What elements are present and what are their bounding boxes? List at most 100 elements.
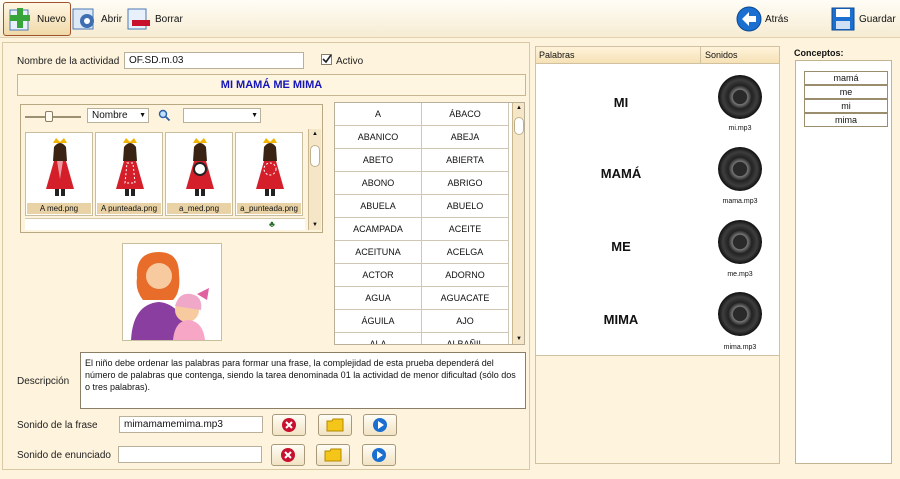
clear-frase-button[interactable] <box>272 414 306 436</box>
play-frase-button[interactable] <box>363 414 397 436</box>
scroll-up-icon: ▲ <box>312 131 318 137</box>
abrir-button[interactable]: Abrir <box>72 2 122 36</box>
word-cell[interactable]: ABANICO <box>335 126 422 149</box>
atras-label: Atrás <box>765 13 789 25</box>
activity-title: MI MAMÁ ME MIMA <box>17 74 526 96</box>
play-icon <box>373 418 387 432</box>
gear-icon <box>72 6 98 32</box>
palabra-word: ME <box>611 239 631 254</box>
thumb-caption: a_med.png <box>167 203 231 214</box>
word-cell[interactable]: ABRIGO <box>422 172 509 195</box>
word-grid-scrollbar[interactable]: ▲ ▼ <box>512 103 524 344</box>
word-grid: A ÁBACO ABANICO ABEJA ABETO ABIERTA ABONO ABRIG… <box>334 102 525 345</box>
image-thumb[interactable]: A punteada.png <box>95 132 163 216</box>
conceptos-list: mamá me mi mima <box>795 60 892 464</box>
word-cell[interactable]: AGUA <box>335 287 422 310</box>
borrar-button[interactable]: Borrar <box>126 2 183 36</box>
filter-select[interactable]: ▼ <box>183 108 261 123</box>
delete-icon <box>282 418 296 432</box>
activity-image <box>122 243 222 341</box>
sound-file-label: mi.mp3 <box>728 125 752 132</box>
word-cell[interactable]: ÁGUILA <box>335 310 422 333</box>
word-cell[interactable]: ABUELO <box>422 195 509 218</box>
princess-image <box>46 138 74 196</box>
concepto-item[interactable]: me <box>804 85 888 99</box>
word-cell[interactable]: A <box>335 103 422 126</box>
sort-select[interactable]: Nombre ▼ <box>87 108 149 123</box>
play-enunciado-button[interactable] <box>362 444 396 466</box>
activo-label: Activo <box>336 56 364 67</box>
image-thumb[interactable]: A med.png <box>25 132 93 216</box>
scroll-down-icon: ▼ <box>312 222 318 228</box>
word-cell[interactable]: ACAMPADA <box>335 218 422 241</box>
concepto-item[interactable]: mima <box>804 113 888 127</box>
image-thumb[interactable]: a_med.png <box>165 132 233 216</box>
activo-checkbox[interactable] <box>321 54 332 65</box>
check-icon <box>322 54 332 64</box>
abrir-label: Abrir <box>101 13 123 25</box>
word-cell[interactable]: ABIERTA <box>422 149 509 172</box>
descripcion-textarea[interactable]: El niño debe ordenar las palabras para f… <box>80 352 526 409</box>
palabra-word: MAMÁ <box>600 166 642 181</box>
speaker-icon[interactable] <box>718 75 762 119</box>
speaker-icon[interactable] <box>718 292 762 336</box>
word-cell[interactable]: AGUACATE <box>422 287 509 310</box>
delete-icon <box>281 448 295 462</box>
atras-button[interactable]: Atrás <box>736 2 788 36</box>
word-cell[interactable]: ÁBACO <box>422 103 509 126</box>
guardar-button[interactable]: Guardar <box>830 2 896 36</box>
tree-icon: ♣ <box>269 219 275 229</box>
col-palabras: Palabras <box>536 47 701 64</box>
add-icon <box>8 6 34 32</box>
nuevo-label: Nuevo <box>37 13 66 25</box>
scroll-down-icon: ▼ <box>516 336 522 342</box>
image-browser: Nombre ▼ ▼ A med.png A punteada.png a_me… <box>20 104 323 233</box>
nombre-input[interactable]: OF.SD.m.03 <box>124 52 304 69</box>
open-enunciado-button[interactable] <box>316 444 350 466</box>
word-cell[interactable]: ACEITE <box>422 218 509 241</box>
word-cell[interactable]: ABEJA <box>422 126 509 149</box>
browser-scrollbar[interactable]: ▲ ▼ <box>308 129 321 230</box>
borrar-label: Borrar <box>155 13 183 25</box>
thumb-row-next: ♣ <box>25 218 305 230</box>
scroll-up-icon: ▲ <box>516 105 522 111</box>
sound-file-label: mama.mp3 <box>722 198 758 205</box>
word-cell[interactable]: ALA <box>335 333 422 344</box>
speaker-icon[interactable] <box>718 220 762 264</box>
chevron-down-icon: ▼ <box>251 112 258 119</box>
image-thumb[interactable]: a_punteada.png <box>235 132 303 216</box>
sonido-frase-input[interactable]: mimamamemima.mp3 <box>119 416 263 433</box>
palabra-word: MI <box>613 95 629 110</box>
open-frase-button[interactable] <box>318 414 352 436</box>
mother-child-image <box>131 252 209 340</box>
princess-image <box>116 138 144 196</box>
search-icon[interactable] <box>158 109 171 122</box>
princess-image <box>256 138 284 196</box>
thumb-caption: a_punteada.png <box>237 203 301 214</box>
conceptos-panel: Conceptos: mamá me mi mima <box>791 46 899 464</box>
folder-icon <box>326 418 344 432</box>
word-cell[interactable]: ABETO <box>335 149 422 172</box>
concepto-item[interactable]: mi <box>804 99 888 113</box>
speaker-icon[interactable] <box>718 147 762 191</box>
concepto-item[interactable]: mamá <box>804 71 888 85</box>
word-cell[interactable]: ABUELA <box>335 195 422 218</box>
word-cell[interactable]: ACELGA <box>422 241 509 264</box>
nuevo-button[interactable]: Nuevo <box>3 2 71 36</box>
chevron-down-icon: ▼ <box>139 112 146 119</box>
word-cell[interactable]: ABONO <box>335 172 422 195</box>
word-cell[interactable]: ACEITUNA <box>335 241 422 264</box>
princess-image <box>186 138 214 196</box>
word-cell[interactable]: AJO <box>422 310 509 333</box>
word-cell[interactable]: ACTOR <box>335 264 422 287</box>
sonido-enunciado-label: Sonido de enunciado <box>17 450 111 461</box>
clear-enunciado-button[interactable] <box>271 444 305 466</box>
sonido-enunciado-input[interactable] <box>118 446 262 463</box>
palabra-word: MIMA <box>603 312 639 327</box>
word-cell[interactable]: ALBAÑIL <box>422 333 509 344</box>
word-cell[interactable]: ADORNO <box>422 264 509 287</box>
thumb-caption: A med.png <box>27 203 91 214</box>
zoom-slider[interactable] <box>23 108 85 124</box>
save-icon <box>830 6 856 32</box>
nombre-label: Nombre de la actividad <box>17 56 120 67</box>
